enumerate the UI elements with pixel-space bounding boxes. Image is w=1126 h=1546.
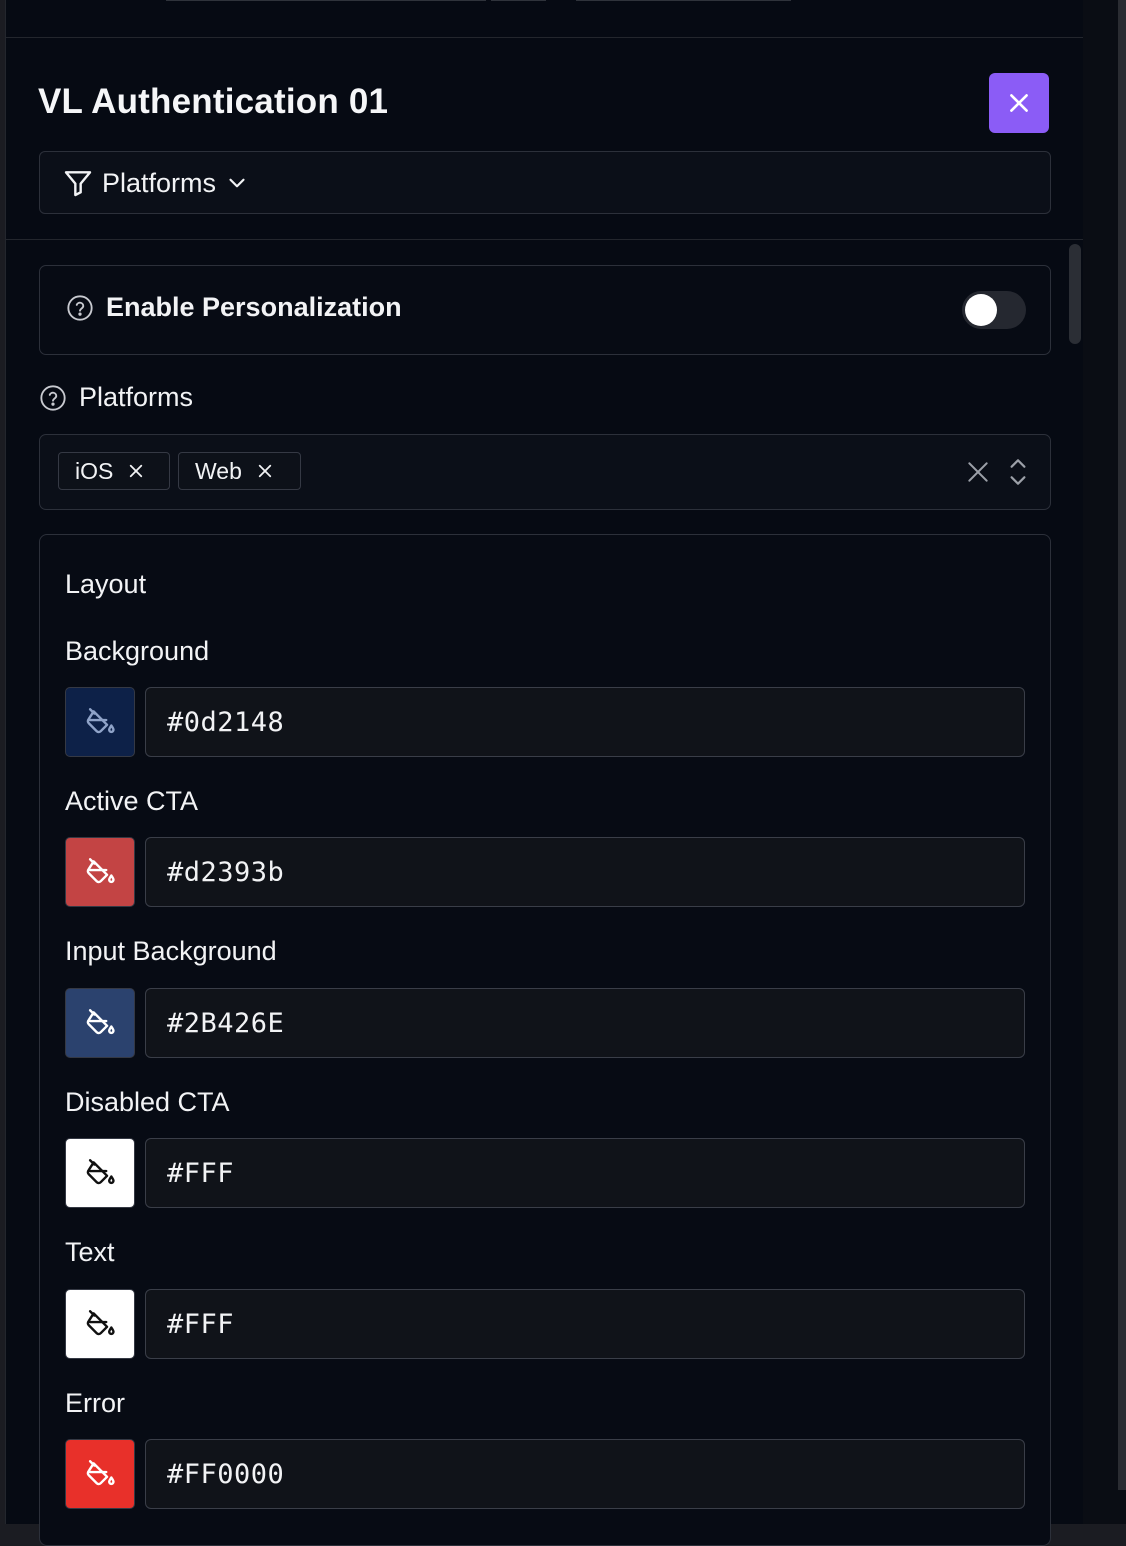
color-hex-input[interactable]: #FFF xyxy=(145,1289,1025,1359)
color-label: Active CTA xyxy=(65,786,199,816)
paint-bucket-icon xyxy=(86,1460,115,1486)
color-swatch-button[interactable] xyxy=(65,687,135,757)
chip-label: iOS xyxy=(75,457,114,484)
color-hex-input[interactable]: #0d2148 xyxy=(145,687,1025,757)
layout-card: Layout Background #0d2148 Active CTA #d2393… xyxy=(39,534,1051,1546)
color-swatch-button[interactable] xyxy=(65,1138,135,1208)
color-hex-input[interactable]: #d2393b xyxy=(145,837,1025,907)
chevron-down-icon xyxy=(229,178,245,188)
settings-panel: VL Authentication 01 Platforms Enable Pe… xyxy=(5,0,1084,1546)
chevron-up-down-icon[interactable] xyxy=(1005,455,1031,489)
personalization-card: Enable Personalization xyxy=(39,265,1051,355)
divider xyxy=(6,239,1084,240)
color-swatch-button[interactable] xyxy=(65,1439,135,1509)
color-label: Background xyxy=(65,636,210,666)
paint-bucket-icon xyxy=(86,1159,115,1185)
chip-label: Web xyxy=(195,457,242,484)
color-label: Error xyxy=(65,1388,125,1418)
platforms-filter-button[interactable]: Platforms xyxy=(62,165,250,201)
divider xyxy=(6,37,1084,38)
remove-chip-icon[interactable] xyxy=(256,462,274,480)
help-circle-icon[interactable] xyxy=(66,294,94,322)
personalization-label: Enable Personalization xyxy=(66,292,402,323)
platforms-multiselect[interactable]: iOS Web xyxy=(39,434,1051,510)
platform-chip-web: Web xyxy=(178,452,301,490)
scrollbar-thumb[interactable] xyxy=(1069,244,1081,344)
remove-chip-icon[interactable] xyxy=(127,462,145,480)
paint-bucket-icon xyxy=(86,858,115,884)
color-swatch-button[interactable] xyxy=(65,837,135,907)
color-hex-input[interactable]: #FF0000 xyxy=(145,1439,1025,1509)
close-button[interactable] xyxy=(989,73,1049,133)
platforms-field-label: Platforms xyxy=(39,382,193,413)
close-icon xyxy=(1010,94,1028,112)
toggle-knob xyxy=(965,294,997,326)
paint-bucket-icon xyxy=(86,1310,115,1336)
platform-chip-ios: iOS xyxy=(58,452,170,490)
color-hex-input[interactable]: #FFF xyxy=(145,1138,1025,1208)
color-label: Text xyxy=(65,1237,115,1267)
clear-all-icon[interactable] xyxy=(965,459,991,485)
color-label: Disabled CTA xyxy=(65,1087,230,1117)
page-title: VL Authentication 01 xyxy=(38,82,389,121)
color-label: Input Background xyxy=(65,936,277,966)
personalization-text: Enable Personalization xyxy=(106,292,402,322)
filter-label: Platforms xyxy=(102,167,217,198)
filter-icon xyxy=(64,171,92,197)
filter-bar: Platforms xyxy=(39,151,1051,214)
color-swatch-button[interactable] xyxy=(65,1289,135,1359)
color-swatch-button[interactable] xyxy=(65,988,135,1058)
platforms-label-text: Platforms xyxy=(79,382,194,412)
layout-title: Layout xyxy=(65,569,147,599)
window-edge xyxy=(1083,0,1126,1524)
paint-bucket-icon xyxy=(86,708,115,734)
help-circle-icon[interactable] xyxy=(39,384,67,412)
paint-bucket-icon xyxy=(86,1009,115,1035)
personalization-toggle[interactable] xyxy=(962,291,1026,329)
color-hex-input[interactable]: #2B426E xyxy=(145,988,1025,1058)
